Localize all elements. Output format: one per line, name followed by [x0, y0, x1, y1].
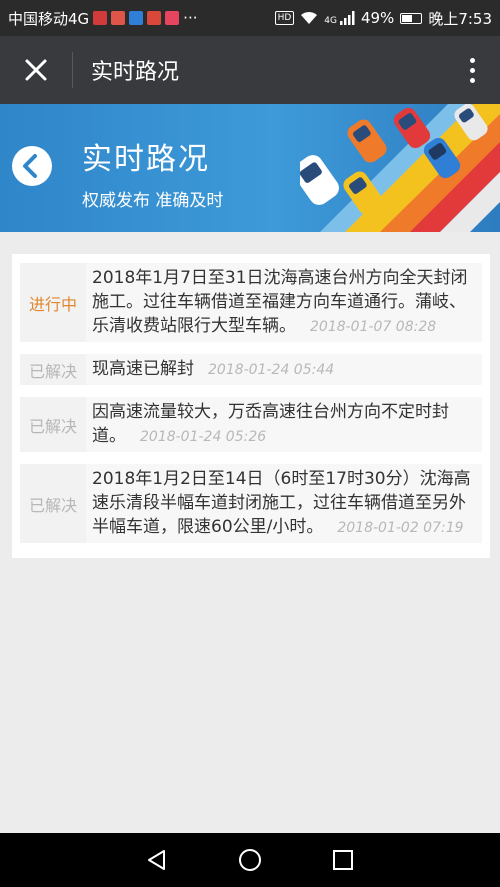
item-content: 因高速流量较大，万岙高速往台州方向不定时封道。 2018-01-24 05:26 — [86, 397, 482, 452]
square-recents-icon — [333, 850, 354, 870]
wifi-icon — [301, 11, 318, 24]
battery-icon — [400, 12, 423, 24]
app-notification-icon — [111, 11, 126, 25]
car-icon — [300, 155, 339, 205]
status-badge: 已解决 — [20, 397, 86, 452]
traffic-list: 进行中 2018年1月7日至31日沈海高速台州方向全天封闭施工。过往车辆借道至福… — [12, 254, 490, 558]
item-time: 2018-01-07 08:28 — [310, 319, 437, 335]
app-notification-icon — [165, 11, 180, 25]
status-badge: 进行中 — [20, 263, 86, 342]
item-time: 2018-01-24 05:44 — [208, 362, 335, 378]
banner-title: 实时路况 — [82, 142, 210, 177]
list-item[interactable]: 已解决 因高速流量较大，万岙高速往台州方向不定时封道。 2018-01-24 05… — [20, 394, 482, 461]
item-text: 现高速已解封 — [92, 359, 194, 379]
clock: 晚上7:53 — [428, 9, 492, 28]
status-badge: 已解决 — [20, 354, 86, 385]
status-bar: 中国移动4G ··· HD 4G 49% 晚上7:53 — [0, 0, 500, 36]
item-content: 2018年1月7日至31日沈海高速台州方向全天封闭施工。过往车辆借道至福建方向车… — [86, 263, 482, 342]
battery-percent: 49% — [360, 9, 395, 27]
item-content: 2018年1月2日至14日（6时至17时30分）沈海高速乐清段半幅车道封闭施工，… — [86, 464, 482, 543]
more-dot-icon — [469, 67, 475, 73]
close-icon — [25, 59, 47, 81]
back-button[interactable] — [10, 144, 54, 188]
item-time: 2018-01-24 05:26 — [140, 429, 267, 445]
status-badge: 已解决 — [20, 464, 86, 543]
item-content: 现高速已解封 2018-01-24 05:44 — [86, 354, 482, 385]
more-dot-icon — [469, 77, 475, 83]
carrier-text: 中国移动4G — [8, 9, 90, 28]
triangle-back-icon — [147, 850, 165, 870]
app-notification-icon — [129, 11, 144, 25]
app-notification-icon — [147, 11, 162, 25]
list-item[interactable]: 已解决 2018年1月2日至14日（6时至17时30分）沈海高速乐清段半幅车道封… — [20, 461, 482, 552]
more-menu-button[interactable] — [444, 36, 500, 104]
list-item[interactable]: 进行中 2018年1月7日至31日沈海高速台州方向全天封闭施工。过往车辆借道至福… — [20, 260, 482, 351]
title-bar: 实时路况 — [0, 36, 500, 104]
nav-recents-button[interactable] — [323, 840, 363, 880]
status-right: HD 4G 49% 晚上7:53 — [274, 8, 492, 29]
circle-home-icon — [238, 849, 261, 871]
page-title: 实时路况 — [91, 60, 180, 85]
close-button[interactable] — [0, 36, 72, 104]
more-notifications-icon: ··· — [183, 9, 198, 27]
item-time: 2018-01-02 07:19 — [337, 520, 464, 536]
app-notification-icon — [93, 11, 108, 25]
network-type: 4G — [324, 15, 337, 26]
status-left: 中国移动4G ··· — [8, 8, 197, 29]
car-icon — [347, 119, 387, 163]
title-divider — [72, 52, 73, 88]
navigation-bar — [0, 833, 500, 887]
more-dot-icon — [469, 57, 475, 63]
nav-back-button[interactable] — [137, 840, 177, 880]
hd-badge: HD — [274, 11, 295, 25]
cars-illustration — [300, 104, 500, 232]
nav-home-button[interactable] — [230, 840, 270, 880]
list-item[interactable]: 已解决 现高速已解封 2018-01-24 05:44 — [20, 351, 482, 394]
banner: 实时路况 权威发布 准确及时 — [0, 104, 500, 232]
banner-subtitle: 权威发布 准确及时 — [82, 191, 224, 211]
signal-icon — [339, 11, 355, 25]
